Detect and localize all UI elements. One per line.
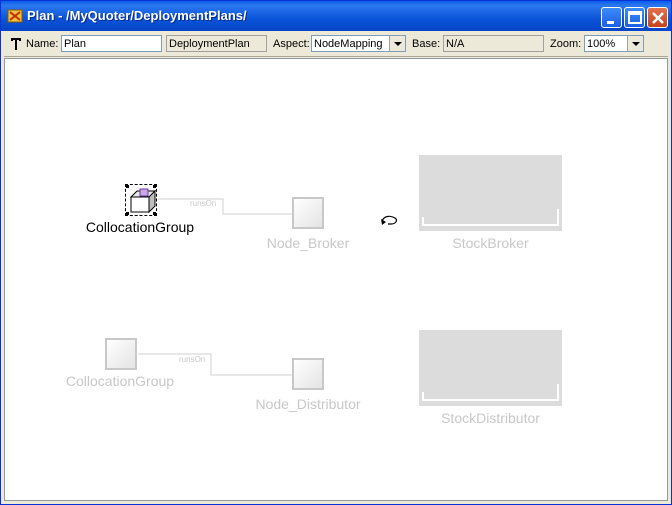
stock-distributor-box[interactable] (419, 330, 562, 406)
collocation-group-icon (126, 185, 156, 215)
base-field: N/A (443, 35, 544, 52)
node-distributor-box[interactable] (292, 358, 324, 390)
aspect-label: Aspect: (273, 38, 310, 50)
aspect-select[interactable]: NodeMapping (311, 35, 406, 52)
window-title: Plan - /MyQuoter/DeploymentPlans/ (27, 8, 247, 23)
collocation-group-label-1: CollocationGroup (85, 219, 195, 235)
text-tool-icon[interactable] (10, 37, 22, 51)
aspect-value: NodeMapping (314, 38, 383, 50)
connection-label-2: runsOn (179, 355, 206, 364)
base-label: Base: (412, 38, 441, 50)
maximize-icon (628, 11, 642, 24)
stock-distributor-corner (422, 384, 559, 401)
stock-broker-label: StockBroker (452, 235, 529, 251)
minimize-icon (607, 21, 614, 24)
maximize-button[interactable] (624, 7, 645, 28)
connection-line-1 (158, 198, 292, 215)
zoom-label: Zoom: (550, 38, 582, 50)
chevron-down-icon[interactable] (627, 36, 643, 51)
stock-distributor-label: StockDistributor (441, 410, 540, 426)
stock-broker-corner (422, 209, 559, 226)
zoom-value: 100% (587, 38, 616, 50)
title-bar[interactable]: Plan - /MyQuoter/DeploymentPlans/ (1, 1, 671, 31)
name-input[interactable]: Plan (61, 35, 162, 52)
diagram-canvas[interactable]: CollocationGroup runsOn Node_Broker Stoc… (4, 58, 668, 501)
toolbar: Name: Plan DeploymentPlan Aspect: NodeMa… (4, 32, 668, 57)
zoom-select[interactable]: 100% (584, 35, 644, 52)
collocation-group-2-box[interactable] (105, 338, 137, 370)
close-icon (652, 12, 664, 24)
stock-broker-box[interactable] (419, 155, 562, 231)
app-icon (7, 9, 23, 23)
close-button[interactable] (647, 7, 668, 28)
connection-line-2 (138, 353, 292, 376)
name-label: Name: (26, 38, 59, 50)
node-broker-box[interactable] (292, 197, 324, 229)
collocation-group-label-2: CollocationGroup (65, 373, 175, 389)
chevron-down-icon[interactable] (389, 36, 405, 51)
node-broker-label: Node_Broker (266, 235, 350, 251)
type-field: DeploymentPlan (166, 35, 267, 52)
node-distributor-label: Node_Distributor (255, 396, 361, 412)
connection-lines (138, 198, 292, 376)
collocation-group-node-selected[interactable] (125, 184, 157, 216)
minimize-button[interactable] (601, 7, 622, 28)
cursor-connect-icon (381, 215, 397, 225)
connection-label-1: runsOn (190, 199, 217, 208)
plan-window: Plan - /MyQuoter/DeploymentPlans/ Name: … (0, 0, 672, 505)
